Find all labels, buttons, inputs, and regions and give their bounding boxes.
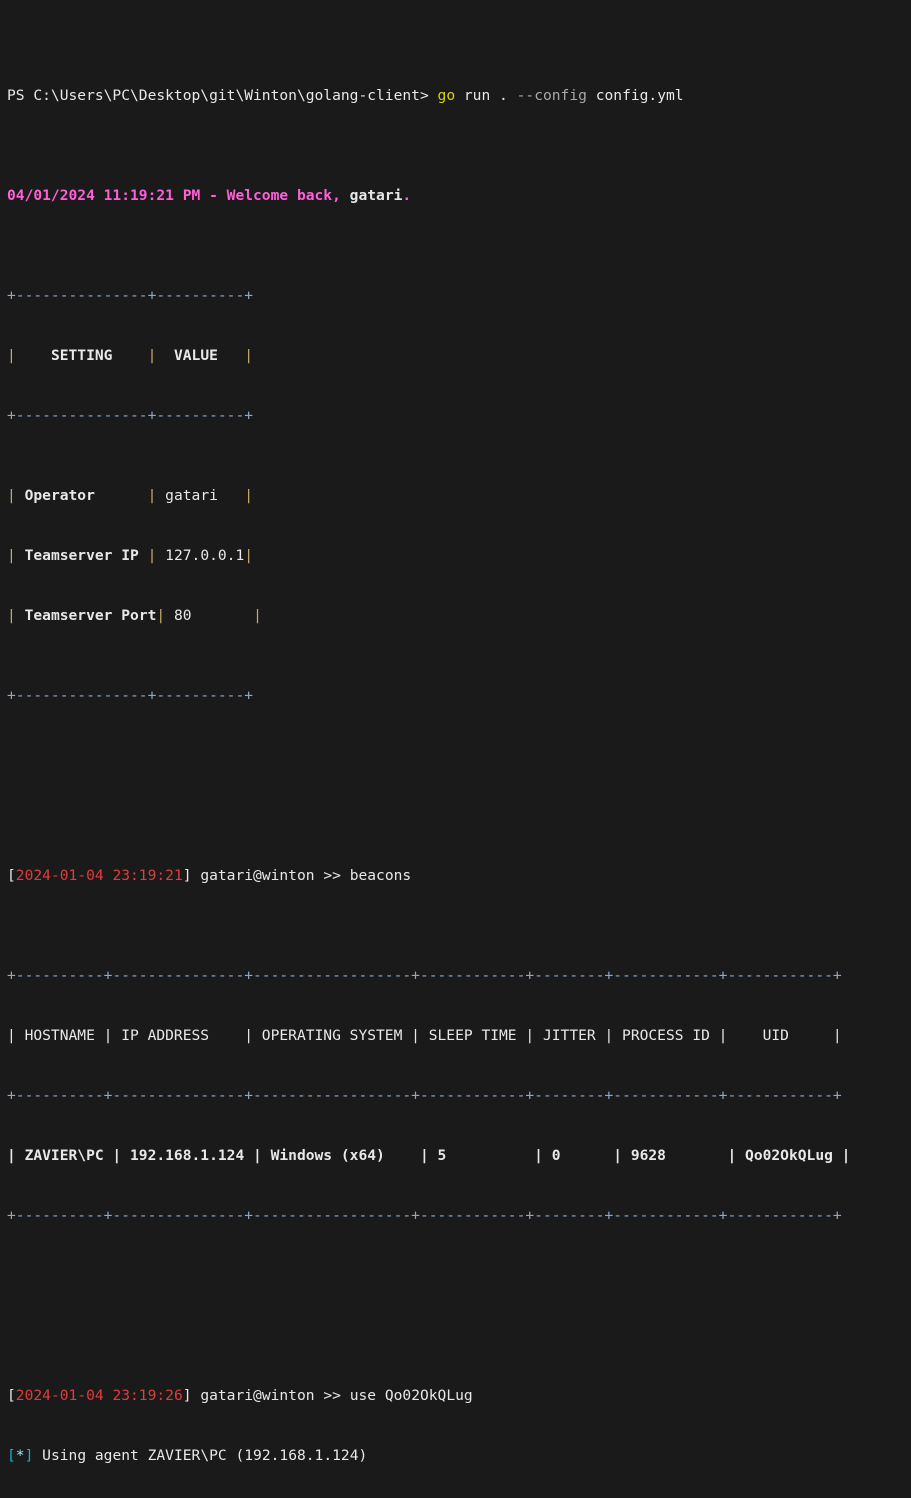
prompt-line-beacons: [2024-01-04 23:19:21] gatari@winton >> b… (7, 866, 911, 886)
settings-header-value: VALUE (156, 347, 245, 364)
beacons-row-text: | ZAVIER\PC | 192.168.1.124 | Windows (x… (7, 1147, 851, 1164)
settings-table-rule-bottom: +---------------+----------+ (7, 686, 911, 706)
settings-key-teamserver-port: Teamserver Po (15, 607, 139, 624)
command-go: go (437, 87, 456, 104)
settings-rule-mid-text: +---------------+----------+ (7, 407, 254, 424)
typed-command-use: use Qo02OkQLug (340, 1387, 473, 1404)
prompt-line-use: [2024-01-04 23:19:26] gatari@winton >> u… (7, 1386, 911, 1406)
prompt-user-host: gatari@winton (191, 867, 324, 884)
row-bar-left: | (7, 607, 16, 624)
info-marker-bracket-right: ] (24, 1447, 34, 1464)
settings-table-row: | Teamserver Port| 80 | (7, 606, 911, 626)
welcome-separator: - (200, 187, 227, 204)
settings-table-row: | Teamserver IP | 127.0.0.1| (7, 546, 911, 566)
prompt-arrow: >> (323, 1387, 341, 1404)
settings-table-rule-mid: +---------------+----------+ (7, 406, 911, 426)
welcome-text: Welcome back, (226, 187, 350, 204)
settings-key-operator: Operator (15, 487, 148, 504)
beacons-header-text: | HOSTNAME | IP ADDRESS | OPERATING SYST… (7, 1027, 842, 1044)
settings-header-setting: SETTING (15, 347, 148, 364)
message-using-agent: [*] Using agent ZAVIER\PC (192.168.1.124… (7, 1446, 911, 1466)
welcome-timestamp: 04/01/2024 11:19:21 PM (7, 187, 201, 204)
command-config-file: config.yml (586, 87, 684, 104)
shell-command-line: PS C:\Users\PC\Desktop\git\Winton\golang… (7, 86, 911, 106)
row-bar-right: | (253, 607, 262, 624)
command-run-args: run . (455, 87, 517, 104)
message-text: Using agent ZAVIER\PC (192.168.1.124) (33, 1447, 368, 1464)
prompt-user-host: gatari@winton (191, 1387, 324, 1404)
settings-key-teamserver-ip: Teamserver IP (15, 547, 148, 564)
beacons-table-header-row: | HOSTNAME | IP ADDRESS | OPERATING SYST… (7, 1026, 911, 1046)
info-marker-star-icon: * (15, 1447, 25, 1464)
row-bar-left: | (7, 487, 16, 504)
welcome-username: gatari (349, 187, 403, 204)
info-marker-bracket-left: [ (7, 1447, 16, 1464)
settings-value-teamserver-port: 80 (165, 607, 254, 624)
bracket-close: ] (182, 1387, 192, 1404)
terminal-window[interactable]: PS C:\Users\PC\Desktop\git\Winton\golang… (0, 0, 911, 1498)
command-flag-config: --config (516, 87, 587, 104)
row-bar-right: | (244, 487, 254, 504)
settings-rule-bottom-text: +---------------+----------+ (7, 687, 254, 704)
bracket-open: [ (7, 1387, 16, 1404)
settings-table-header-row: | SETTING | VALUE | (7, 346, 911, 366)
row-bar-left: | (7, 547, 16, 564)
row-bar-mid: | (156, 607, 166, 624)
prompt-arrow: >> (323, 867, 341, 884)
beacons-rule-bottom-text: +----------+---------------+------------… (7, 1207, 842, 1224)
settings-value-teamserver-ip: 127.0.0.1 (156, 547, 245, 564)
settings-table-row: | Operator | gatari | (7, 486, 911, 506)
row-bar-right: | (244, 547, 254, 564)
beacons-table-row: | ZAVIER\PC | 192.168.1.124 | Windows (x… (7, 1146, 911, 1166)
beacons-table-rule-top: +----------+---------------+------------… (7, 966, 911, 986)
shell-prompt-path: PS C:\Users\PC\Desktop\git\Winton\golang… (7, 87, 438, 104)
welcome-line: 04/01/2024 11:19:21 PM - Welcome back, g… (7, 186, 911, 206)
settings-value-operator: gatari (156, 487, 245, 504)
beacons-table-rule-mid: +----------+---------------+------------… (7, 1086, 911, 1106)
settings-header-bar-left: | (7, 347, 16, 364)
settings-table-rule-top: +---------------+----------+ (7, 286, 911, 306)
settings-key-teamserver-port-cont: rt (138, 607, 157, 624)
bracket-close: ] (182, 867, 192, 884)
beacons-rule-mid-text: +----------+---------------+------------… (7, 1087, 842, 1104)
beacons-rule-top-text: +----------+---------------+------------… (7, 967, 842, 984)
bracket-open: [ (7, 867, 16, 884)
welcome-period: . (402, 187, 412, 204)
prompt-timestamp: 2024-01-04 23:19:26 (15, 1387, 183, 1404)
settings-rule-top-text: +---------------+----------+ (7, 287, 254, 304)
settings-header-bar-right: | (244, 347, 254, 364)
prompt-timestamp: 2024-01-04 23:19:21 (15, 867, 183, 884)
beacons-table-rule-bottom: +----------+---------------+------------… (7, 1206, 911, 1226)
typed-command-beacons: beacons (340, 867, 412, 884)
